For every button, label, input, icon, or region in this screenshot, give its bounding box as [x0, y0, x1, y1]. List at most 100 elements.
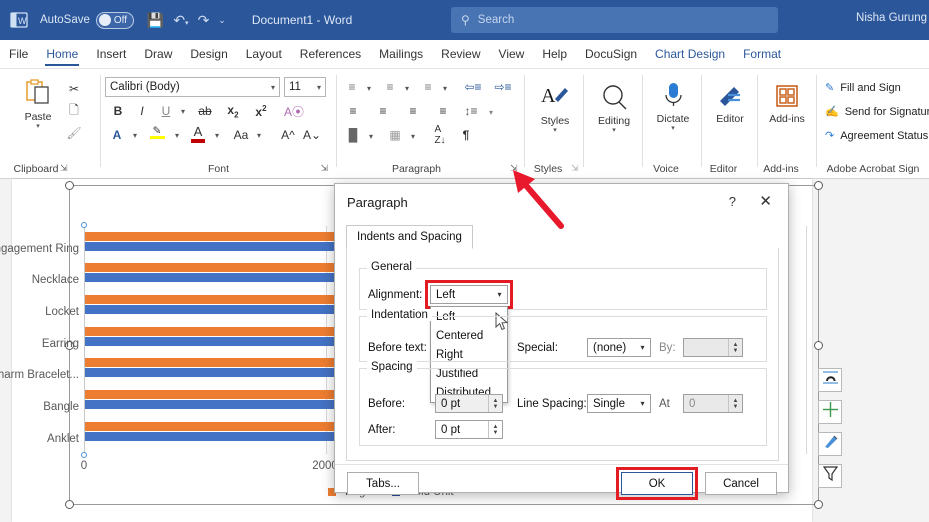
clipboard-dialog-launcher[interactable]: ⇲ — [60, 163, 68, 174]
account-name[interactable]: Nisha Gurung — [856, 12, 929, 24]
chevron-down-icon[interactable]: ▾ — [36, 123, 40, 130]
underline-button[interactable]: U — [157, 102, 175, 120]
font-color-button[interactable]: A — [189, 124, 207, 143]
line-spacing-menu[interactable]: ▾ — [485, 105, 497, 119]
autosave-toggle[interactable]: Off — [95, 11, 134, 29]
tab-view[interactable]: View — [490, 40, 534, 69]
chart-filters-button[interactable] — [818, 464, 842, 488]
add-ins-button[interactable]: Add-ins — [766, 83, 808, 125]
tab-file[interactable]: File — [0, 40, 37, 69]
line-spacing-combo[interactable]: Single ▾ — [587, 394, 651, 413]
tab-docusign[interactable]: DocuSign — [576, 40, 646, 69]
tab-indents-and-spacing[interactable]: Indents and Spacing — [346, 225, 473, 249]
change-case-menu[interactable]: ▾ — [253, 128, 265, 142]
close-icon[interactable]: ✕ — [759, 192, 772, 210]
chevron-down-icon[interactable]: ▾ — [612, 127, 616, 134]
before-spinner[interactable]: 0 pt ▲ ▼ — [435, 394, 503, 413]
subscript-button[interactable]: x2 — [223, 102, 243, 120]
save-icon[interactable]: 💾 — [147, 13, 164, 27]
bullets-menu[interactable]: ▾ — [363, 81, 375, 95]
show-marks-button[interactable]: ¶ — [457, 126, 475, 144]
font-size-combo[interactable]: 11 ▾ — [284, 77, 326, 97]
tab-format[interactable]: Format — [734, 40, 790, 69]
tab-review[interactable]: Review — [432, 40, 489, 69]
chart-styles-button[interactable] — [818, 432, 842, 456]
editor-button[interactable]: Editor — [710, 83, 750, 125]
strikethrough-button[interactable]: ab — [195, 102, 215, 120]
shrink-font-button[interactable]: A⌄ — [303, 126, 321, 144]
numbering-button[interactable]: ≡ — [381, 79, 399, 95]
tab-references[interactable]: References — [291, 40, 370, 69]
selection-handle-bl[interactable] — [65, 500, 74, 509]
by-spinner[interactable]: ▲ ▼ — [683, 338, 743, 357]
selection-handle-tl[interactable] — [65, 181, 74, 190]
plot-handle-bl[interactable] — [81, 452, 87, 458]
tab-chart-design[interactable]: Chart Design — [646, 40, 734, 69]
tab-mailings[interactable]: Mailings — [370, 40, 432, 69]
dictate-button[interactable]: Dictate ▾ — [653, 81, 693, 132]
tab-home[interactable]: Home — [37, 40, 87, 69]
align-center-button[interactable]: ≡ — [373, 103, 393, 119]
line-spacing-button[interactable]: ↕≡ — [461, 103, 481, 119]
cancel-button[interactable]: Cancel — [705, 472, 777, 495]
superscript-button[interactable]: x2 — [251, 102, 271, 120]
sort-button[interactable]: A Z↓ — [429, 124, 451, 146]
tab-draw[interactable]: Draw — [135, 40, 181, 69]
tab-help[interactable]: Help — [533, 40, 576, 69]
highlight-menu[interactable]: ▾ — [171, 128, 183, 142]
undo-icon[interactable]: ↶▾ — [173, 13, 188, 27]
bold-button[interactable]: B — [109, 102, 127, 120]
borders-button[interactable]: ▦ — [385, 127, 405, 143]
shading-button[interactable]: █ — [343, 127, 363, 143]
redo-icon[interactable]: ↷ — [198, 13, 210, 27]
tabs-button[interactable]: Tabs... — [347, 472, 419, 495]
after-spinner[interactable]: 0 pt ▲ ▼ — [435, 420, 503, 439]
italic-button[interactable]: I — [133, 102, 151, 120]
more-commands-icon[interactable]: ⌄ — [218, 15, 226, 25]
spinner-buttons[interactable]: ▲ ▼ — [728, 395, 742, 412]
cut-button[interactable]: ✂ — [66, 81, 82, 97]
decrease-indent-button[interactable]: ⇦≡ — [463, 79, 483, 95]
highlight-button[interactable]: ✎ — [147, 125, 167, 139]
fill-and-sign-button[interactable]: ✎ Fill and Sign — [825, 81, 901, 95]
chevron-down-icon[interactable]: ▾ — [671, 125, 675, 132]
agreement-status-button[interactable]: ↷ Agreement Status — [825, 129, 928, 143]
search-input[interactable]: ⚲ Search — [451, 7, 778, 33]
justify-button[interactable]: ≡ — [433, 103, 453, 119]
spinner-buttons[interactable]: ▲ ▼ — [488, 421, 502, 438]
multilevel-list-menu[interactable]: ▾ — [439, 81, 451, 95]
numbering-menu[interactable]: ▾ — [401, 81, 413, 95]
copy-button[interactable]: 🗋 — [66, 103, 82, 119]
tab-insert[interactable]: Insert — [87, 40, 135, 69]
styles-button[interactable]: A Styles ▾ — [535, 83, 575, 134]
spinner-buttons[interactable]: ▲ ▼ — [728, 339, 742, 356]
multilevel-list-button[interactable]: ≡ — [419, 79, 437, 95]
increase-indent-button[interactable]: ⇨≡ — [493, 79, 513, 95]
font-name-combo[interactable]: Calibri (Body) ▾ — [105, 77, 280, 97]
help-question-icon[interactable]: ? — [729, 194, 736, 209]
font-color-menu[interactable]: ▾ — [211, 128, 223, 142]
bullets-button[interactable]: ≡ — [343, 79, 361, 95]
at-spinner[interactable]: 0 ▲ ▼ — [683, 394, 743, 413]
paste-button[interactable]: Paste ▾ — [14, 79, 62, 130]
chevron-down-icon[interactable]: ▾ — [553, 127, 557, 134]
editing-button[interactable]: Editing ▾ — [594, 83, 634, 134]
align-left-button[interactable]: ≡ — [343, 103, 363, 119]
layout-options-button[interactable] — [818, 368, 842, 392]
borders-menu[interactable]: ▾ — [407, 129, 419, 143]
selection-handle-tr[interactable] — [814, 181, 823, 190]
selection-handle-mr[interactable] — [814, 341, 823, 350]
tab-design[interactable]: Design — [181, 40, 236, 69]
shading-menu[interactable]: ▾ — [365, 129, 377, 143]
tab-layout[interactable]: Layout — [237, 40, 291, 69]
selection-handle-br[interactable] — [814, 500, 823, 509]
grow-font-button[interactable]: A^ — [279, 126, 297, 144]
chart-elements-button[interactable] — [818, 400, 842, 424]
spinner-buttons[interactable]: ▲ ▼ — [488, 395, 502, 412]
plot-handle-tl[interactable] — [81, 222, 87, 228]
change-case-button[interactable]: Aa — [229, 126, 253, 144]
special-combo[interactable]: (none) ▾ — [587, 338, 651, 357]
clear-formatting-button[interactable]: A⦿ — [283, 102, 305, 120]
text-effects-menu[interactable]: ▾ — [129, 128, 141, 142]
align-right-button[interactable]: ≡ — [403, 103, 423, 119]
